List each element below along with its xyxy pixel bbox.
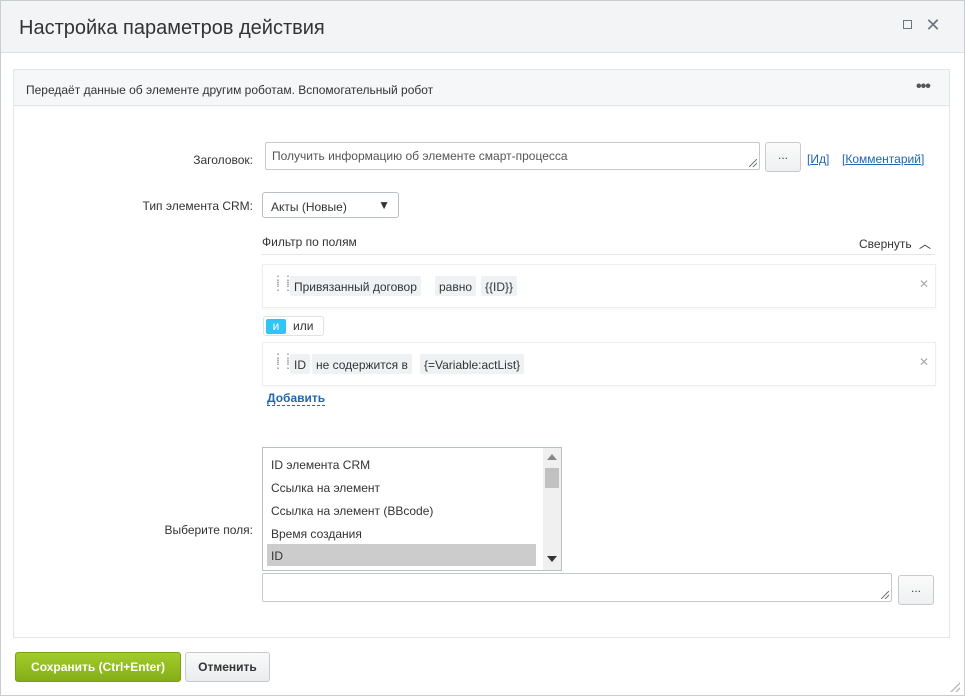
cancel-button[interactable]: Отменить bbox=[185, 652, 270, 682]
condition-field[interactable]: ID bbox=[290, 354, 310, 374]
fields-label: Выберите поля: bbox=[164, 523, 253, 537]
condition-value[interactable]: {{ID}} bbox=[481, 276, 518, 296]
robot-description: Передаёт данные об элементе другим робот… bbox=[26, 83, 434, 97]
collapse-button[interactable]: Свернуть ︿ bbox=[859, 235, 931, 252]
chevron-down-icon: ▼ bbox=[378, 198, 390, 212]
close-icon[interactable]: ✕ bbox=[923, 15, 943, 35]
list-item[interactable]: Ссылка на элемент bbox=[267, 476, 536, 498]
extra-dots-button[interactable]: ... bbox=[898, 575, 934, 605]
title-field[interactable]: Получить информацию об элементе смарт-пр… bbox=[265, 142, 760, 170]
fields-listbox[interactable]: ID элемента CRM Ссылка на элемент Ссылка… bbox=[262, 447, 562, 571]
maximize-icon[interactable] bbox=[897, 15, 917, 35]
add-condition-link[interactable]: Добавить bbox=[267, 391, 326, 406]
logic-or-button[interactable]: или bbox=[293, 319, 313, 333]
scroll-thumb[interactable] bbox=[545, 468, 559, 488]
condition-field[interactable]: Привязанный договор bbox=[290, 276, 421, 296]
more-menu-icon[interactable]: ••• bbox=[916, 78, 931, 96]
dialog-resize-icon[interactable] bbox=[950, 682, 960, 692]
resize-grip-icon[interactable] bbox=[881, 591, 889, 599]
crm-type-value: Акты (Новые) bbox=[271, 200, 347, 214]
action-settings-dialog: Настройка параметров действия ✕ Передаёт… bbox=[0, 0, 965, 696]
crm-type-label: Тип элемента CRM: bbox=[142, 199, 253, 213]
filter-condition: ⋮⋮ ⋮⋮ Привязанный договор равно {{ID}} ✕ bbox=[262, 264, 936, 308]
list-item[interactable]: Время создания bbox=[267, 522, 536, 544]
list-item[interactable]: ID элемента CRM bbox=[267, 453, 536, 475]
filter-divider bbox=[262, 254, 935, 255]
remove-condition-icon[interactable]: ✕ bbox=[919, 355, 929, 369]
title-field-value: Получить информацию об элементе смарт-пр… bbox=[272, 149, 568, 163]
crm-type-select[interactable]: Акты (Новые) ▼ bbox=[262, 192, 399, 218]
title-label: Заголовок: bbox=[193, 153, 253, 167]
title-dots-button[interactable]: ... bbox=[765, 142, 801, 172]
dialog-title: Настройка параметров действия bbox=[19, 17, 325, 39]
save-button[interactable]: Сохранить (Ctrl+Enter) bbox=[15, 652, 181, 682]
logic-toggle: и или bbox=[263, 316, 324, 336]
drag-handle-icon[interactable]: ⋮⋮ ⋮⋮ bbox=[272, 352, 294, 370]
extra-field[interactable] bbox=[262, 573, 892, 602]
filter-title: Фильтр по полям bbox=[262, 235, 357, 249]
id-link[interactable]: [Ид] bbox=[807, 152, 829, 166]
list-item[interactable]: Ссылка на элемент (BBcode) bbox=[267, 499, 536, 521]
logic-and-button[interactable]: и bbox=[266, 319, 286, 334]
filter-condition: ⋮⋮ ⋮⋮ ID не содержится в {=Variable:actLi… bbox=[262, 342, 936, 386]
scroll-down-icon[interactable] bbox=[547, 556, 557, 562]
remove-condition-icon[interactable]: ✕ bbox=[919, 277, 929, 291]
chevron-up-icon: ︿ bbox=[918, 237, 931, 251]
resize-grip-icon[interactable] bbox=[749, 159, 757, 167]
scroll-up-icon[interactable] bbox=[547, 454, 557, 460]
drag-handle-icon[interactable]: ⋮⋮ ⋮⋮ bbox=[272, 274, 294, 292]
condition-operator[interactable]: равно bbox=[435, 276, 477, 296]
list-item-selected[interactable]: ID bbox=[267, 544, 536, 566]
condition-operator[interactable]: не содержится в bbox=[312, 354, 412, 374]
condition-value[interactable]: {=Variable:actList} bbox=[420, 354, 525, 374]
comment-link[interactable]: [Комментарий] bbox=[842, 152, 924, 166]
collapse-label: Свернуть bbox=[859, 237, 912, 251]
dialog-titlebar: Настройка параметров действия ✕ bbox=[1, 1, 964, 53]
list-scrollbar[interactable] bbox=[543, 448, 561, 570]
robot-panel-header: Передаёт данные об элементе другим робот… bbox=[14, 70, 949, 106]
